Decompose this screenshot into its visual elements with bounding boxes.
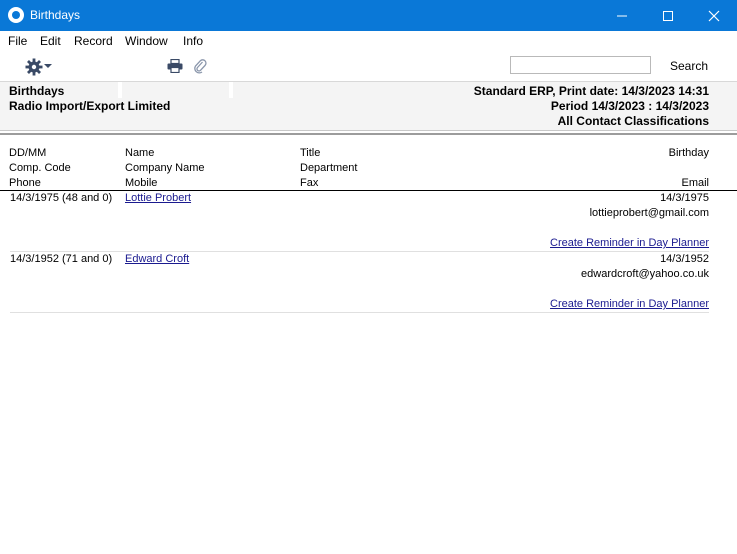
column-heading: Birthday <box>668 147 709 159</box>
column-heading: Mobile <box>125 177 158 189</box>
record-row: 14/3/1952 (71 and 0) Edward Croft 14/3/1… <box>10 252 709 313</box>
contact-name-link[interactable]: Lottie Probert <box>125 191 191 206</box>
column-heading: Phone <box>9 177 41 189</box>
report-header-left: Birthdays Radio Import/Export Limited <box>9 84 170 114</box>
close-button[interactable] <box>691 0 737 31</box>
search-input[interactable] <box>510 56 651 74</box>
column-heading-group-3: Title Department Fax <box>300 146 357 191</box>
email-value: edwardcroft@yahoo.co.uk <box>581 268 709 280</box>
search-button[interactable]: Search <box>670 59 708 73</box>
contact-name-link[interactable]: Edward Croft <box>125 252 189 267</box>
column-heading: Comp. Code <box>9 162 71 174</box>
minimize-button[interactable] <box>599 0 645 31</box>
report-title: Birthdays <box>9 84 65 98</box>
birthday-value: 14/3/1952 <box>660 253 709 265</box>
birthday-value: 14/3/1975 <box>660 192 709 204</box>
menu-bar: File Edit Record Window Info <box>0 31 737 51</box>
column-heading: Company Name <box>125 162 205 174</box>
print-icon[interactable] <box>167 59 183 73</box>
column-heading: Name <box>125 147 155 159</box>
report-header-right: Standard ERP, Print date: 14/3/2023 14:3… <box>474 84 709 129</box>
app-logo-icon <box>8 7 24 23</box>
header-divider-mark <box>229 82 233 98</box>
birth-date-age: 14/3/1975 (48 and 0) <box>10 192 113 204</box>
paperclip-icon[interactable] <box>193 58 207 74</box>
column-heading-group-2: Name Company Name Mobile <box>125 146 204 191</box>
header-separator <box>0 133 737 135</box>
close-icon <box>708 10 720 21</box>
column-heading: Department <box>300 162 358 174</box>
gear-icon[interactable] <box>25 58 43 76</box>
column-heading-group-4: Birthday Email <box>669 146 709 191</box>
menu-record[interactable]: Record <box>74 34 113 48</box>
menu-info[interactable]: Info <box>183 34 203 48</box>
header-divider-mark <box>118 82 122 98</box>
column-heading-group-1: DD/MM Comp. Code Phone <box>9 146 71 191</box>
column-heading: Email <box>681 177 709 189</box>
print-date: Standard ERP, Print date: 14/3/2023 14:3… <box>473 84 709 98</box>
contact-classifications: All Contact Classifications <box>557 114 709 128</box>
report-header: Birthdays Radio Import/Export Limited St… <box>0 82 737 131</box>
toolbar: Search <box>0 51 737 82</box>
column-heading: DD/MM <box>9 147 47 159</box>
column-headings: DD/MM Comp. Code Phone Name Company Name… <box>0 146 737 191</box>
create-reminder-link[interactable]: Create Reminder in Day Planner <box>550 236 709 251</box>
window-title: Birthdays <box>30 8 81 22</box>
report-period: Period 14/3/2023 : 14/3/2023 <box>550 99 709 113</box>
maximize-icon <box>663 10 673 21</box>
menu-edit[interactable]: Edit <box>40 34 61 48</box>
record-row: 14/3/1975 (48 and 0) Lottie Probert 14/3… <box>10 191 709 252</box>
birth-date-age: 14/3/1952 (71 and 0) <box>10 253 113 265</box>
company-name: Radio Import/Export Limited <box>9 99 171 113</box>
column-heading: Title <box>300 147 321 159</box>
title-bar: Birthdays <box>0 0 737 31</box>
column-heading <box>669 161 709 176</box>
minimize-icon <box>617 15 627 16</box>
create-reminder-link[interactable]: Create Reminder in Day Planner <box>550 297 709 312</box>
menu-file[interactable]: File <box>8 34 27 48</box>
chevron-down-icon[interactable] <box>44 64 52 69</box>
menu-window[interactable]: Window <box>125 34 168 48</box>
maximize-button[interactable] <box>645 0 691 31</box>
column-heading: Fax <box>300 177 319 189</box>
email-value: lottieprobert@gmail.com <box>589 207 709 219</box>
